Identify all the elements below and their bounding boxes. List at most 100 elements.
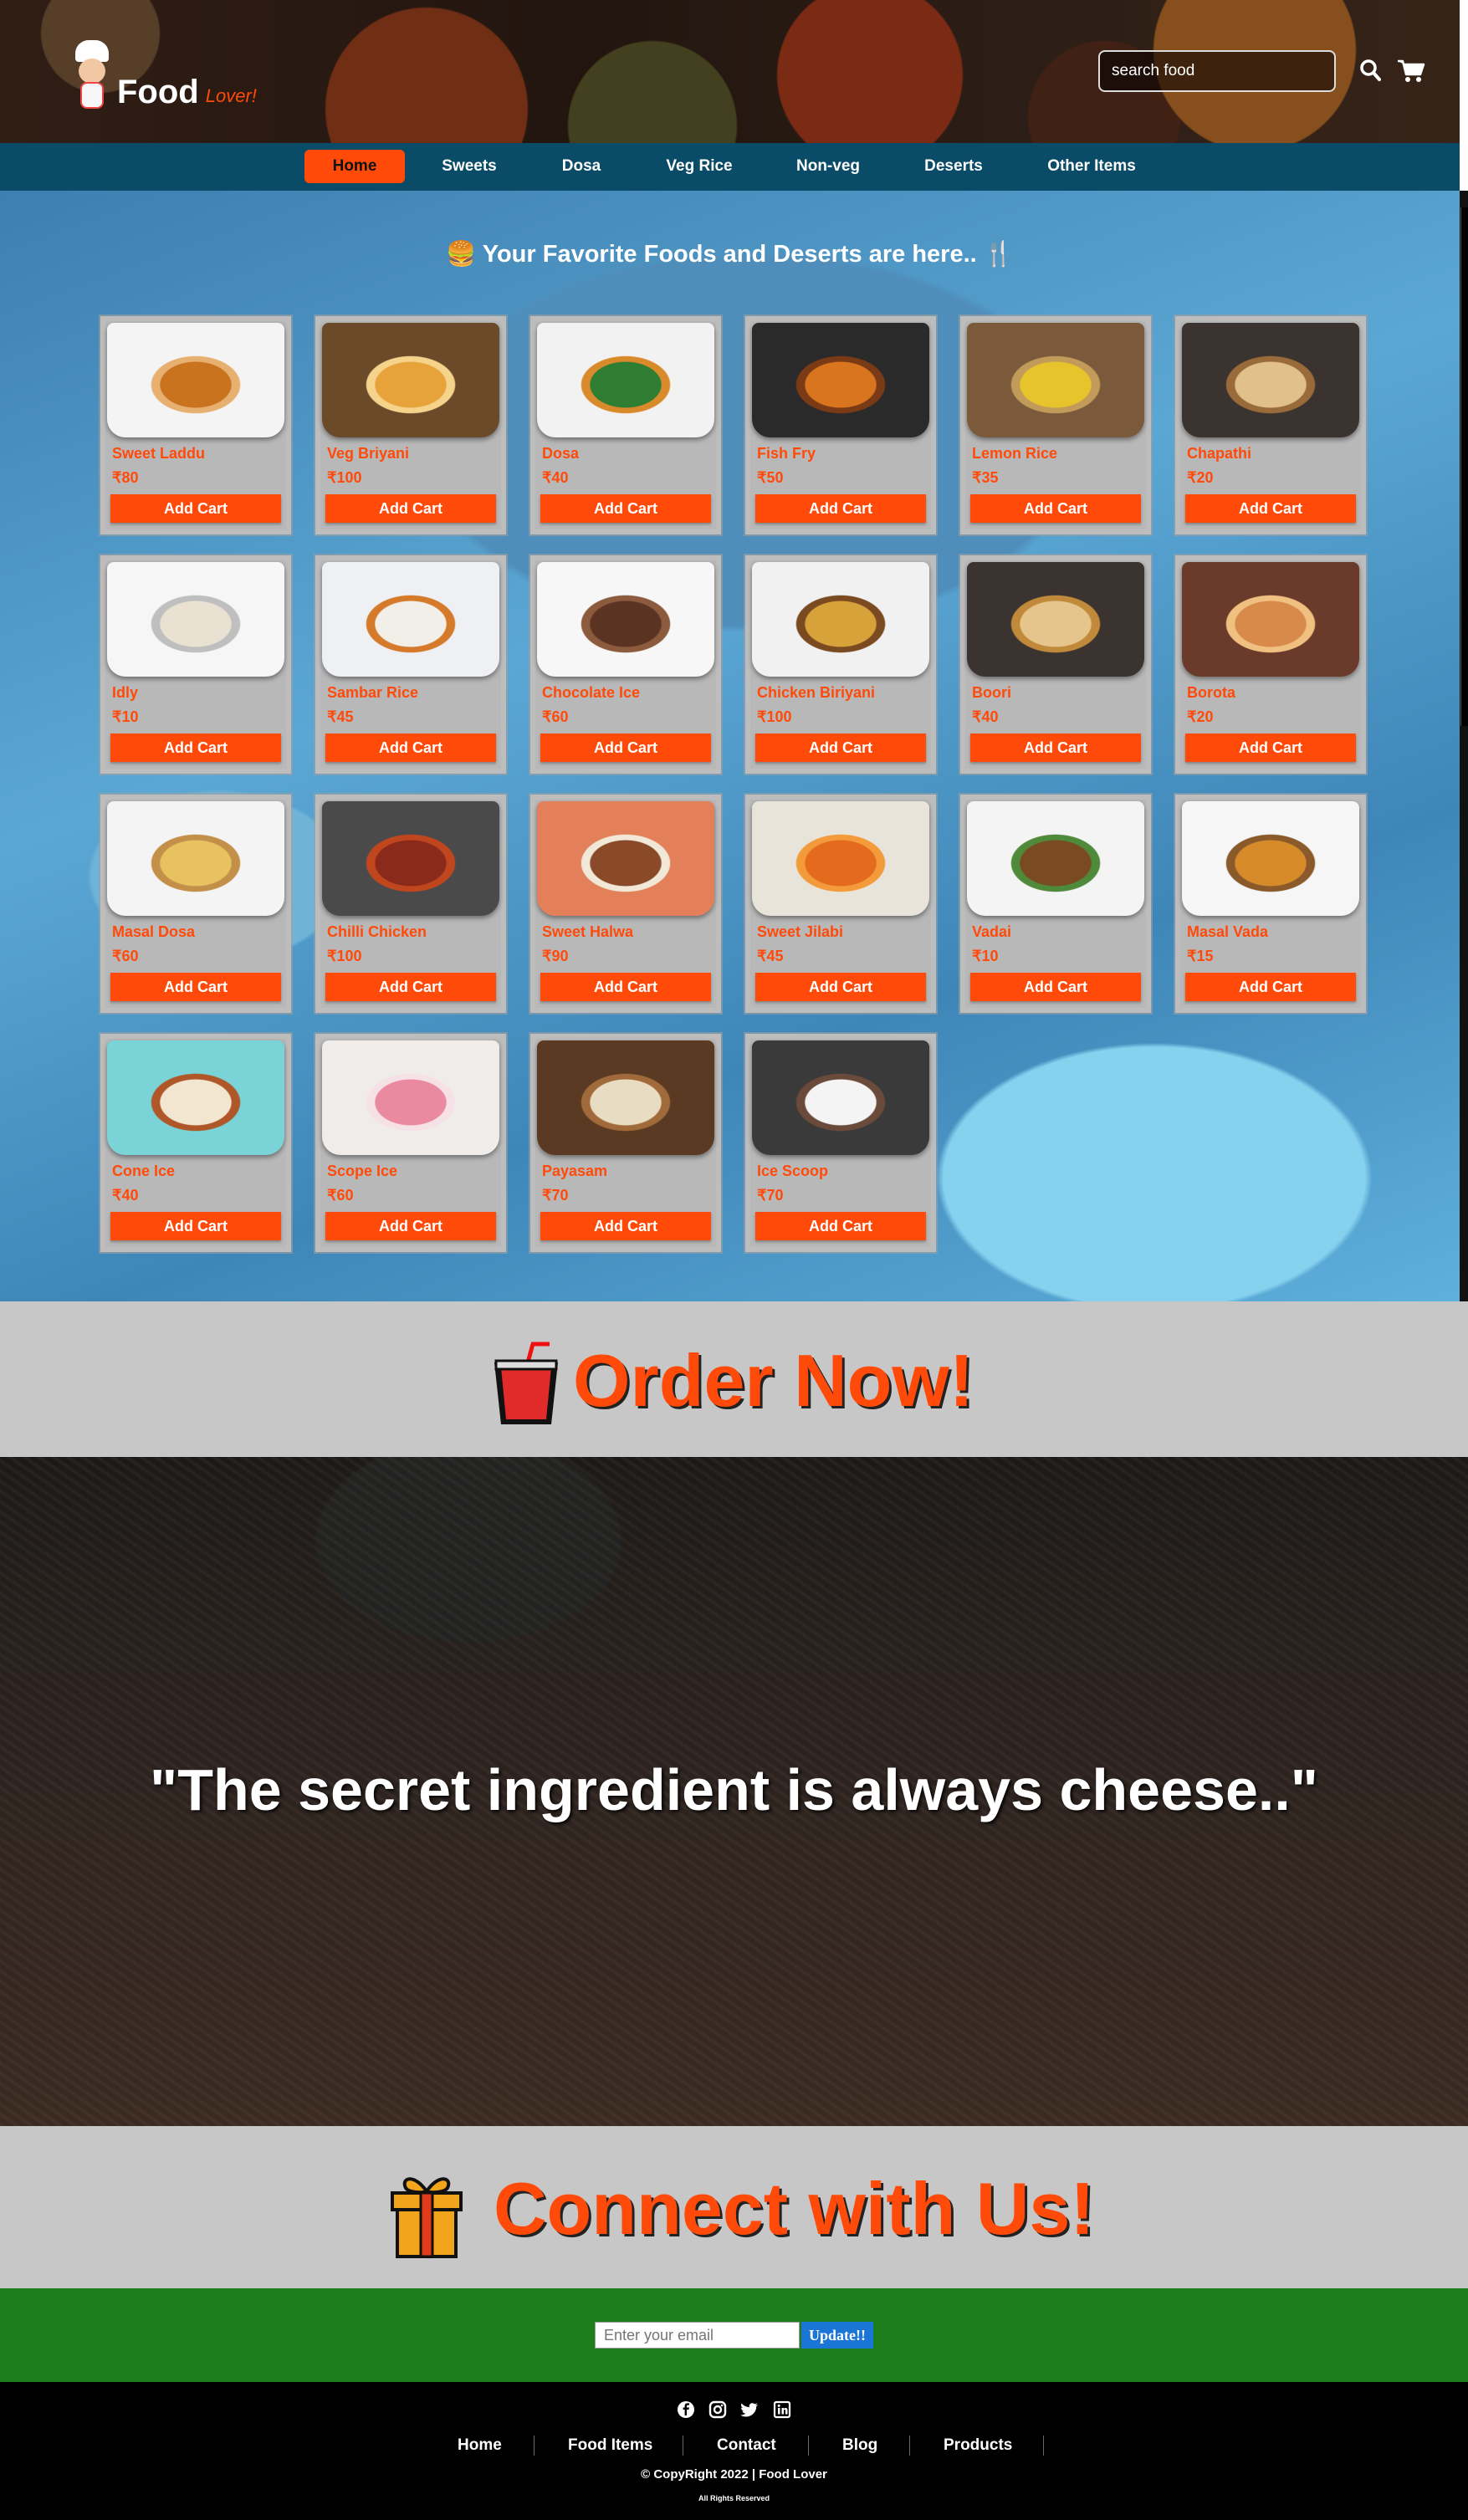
product-image[interactable] bbox=[1182, 323, 1359, 437]
add-cart-button[interactable]: Add Cart bbox=[540, 734, 711, 762]
add-cart-button[interactable]: Add Cart bbox=[755, 494, 926, 523]
product-image[interactable] bbox=[322, 1040, 499, 1155]
product-image[interactable] bbox=[107, 323, 284, 437]
product-name: Masal Vada bbox=[1187, 923, 1269, 940]
scrollbar-track-top bbox=[1460, 0, 1468, 201]
add-cart-button[interactable]: Add Cart bbox=[1185, 494, 1356, 523]
product-price: ₹60 bbox=[112, 948, 139, 964]
footer-link-home[interactable]: Home bbox=[458, 2436, 502, 2455]
add-cart-button[interactable]: Add Cart bbox=[540, 1212, 711, 1240]
product-image[interactable] bbox=[537, 323, 714, 437]
add-cart-button[interactable]: Add Cart bbox=[325, 734, 496, 762]
scrollbar[interactable] bbox=[1460, 191, 1468, 1301]
product-image[interactable] bbox=[107, 562, 284, 677]
product-name: Borota bbox=[1187, 684, 1235, 701]
product-card: Veg Briyani ₹100 Add Cart bbox=[315, 316, 506, 534]
connect-heading: Connect with Us! bbox=[494, 2167, 1095, 2250]
product-image[interactable] bbox=[537, 801, 714, 916]
product-image[interactable] bbox=[322, 562, 499, 677]
product-image[interactable] bbox=[967, 323, 1144, 437]
nav-deserts[interactable]: Deserts bbox=[903, 150, 1004, 183]
product-card: Scope Ice ₹60 Add Cart bbox=[315, 1034, 506, 1252]
quote-text: "The secret ingredient is always cheese.… bbox=[150, 1757, 1318, 1822]
product-image[interactable] bbox=[107, 801, 284, 916]
facebook-icon[interactable] bbox=[677, 2400, 695, 2419]
add-cart-button[interactable]: Add Cart bbox=[110, 1212, 281, 1240]
add-cart-button[interactable]: Add Cart bbox=[540, 494, 711, 523]
rights-text: All Rights Reserved bbox=[698, 2494, 770, 2502]
product-image[interactable] bbox=[752, 801, 929, 916]
product-name: Masal Dosa bbox=[112, 923, 196, 940]
add-cart-button[interactable]: Add Cart bbox=[1185, 973, 1356, 1001]
product-image[interactable] bbox=[752, 1040, 929, 1155]
add-cart-button[interactable]: Add Cart bbox=[755, 973, 926, 1001]
add-cart-button[interactable]: Add Cart bbox=[970, 973, 1141, 1001]
product-name: Sambar Rice bbox=[327, 684, 419, 701]
add-cart-button[interactable]: Add Cart bbox=[970, 734, 1141, 762]
product-image[interactable] bbox=[967, 801, 1144, 916]
product-price: ₹45 bbox=[757, 948, 784, 964]
cart-icon[interactable] bbox=[1397, 59, 1425, 84]
footer-link-food-items[interactable]: Food Items bbox=[568, 2436, 652, 2455]
nav-dosa[interactable]: Dosa bbox=[535, 150, 627, 183]
product-image[interactable] bbox=[537, 1040, 714, 1155]
add-cart-button[interactable]: Add Cart bbox=[325, 973, 496, 1001]
footer-link-contact[interactable]: Contact bbox=[717, 2436, 776, 2455]
product-image[interactable] bbox=[1182, 801, 1359, 916]
product-price: ₹35 bbox=[972, 469, 999, 486]
email-field[interactable] bbox=[595, 2322, 800, 2349]
add-cart-button[interactable]: Add Cart bbox=[110, 734, 281, 762]
update-button[interactable]: Update!! bbox=[801, 2322, 873, 2349]
add-cart-button[interactable]: Add Cart bbox=[540, 973, 711, 1001]
nav-other-items[interactable]: Other Items bbox=[1029, 150, 1154, 183]
product-image[interactable] bbox=[967, 562, 1144, 677]
add-cart-button[interactable]: Add Cart bbox=[325, 1212, 496, 1240]
product-image[interactable] bbox=[1182, 562, 1359, 677]
search-input[interactable] bbox=[1098, 50, 1336, 92]
add-cart-button[interactable]: Add Cart bbox=[970, 494, 1141, 523]
chef-logo-icon bbox=[70, 40, 114, 109]
product-price: ₹10 bbox=[972, 948, 999, 964]
product-card: Fish Fry ₹50 Add Cart bbox=[745, 316, 936, 534]
fork-knife-icon: 🍴 bbox=[983, 241, 1014, 268]
product-price: ₹60 bbox=[542, 708, 569, 725]
product-card: Masal Dosa ₹60 Add Cart bbox=[100, 795, 291, 1013]
add-cart-button[interactable]: Add Cart bbox=[110, 973, 281, 1001]
product-name: Ice Scoop bbox=[757, 1163, 829, 1179]
product-name: Sweet Halwa bbox=[542, 923, 634, 940]
product-image[interactable] bbox=[322, 323, 499, 437]
add-cart-button[interactable]: Add Cart bbox=[325, 494, 496, 523]
footer-link-products[interactable]: Products bbox=[944, 2436, 1012, 2455]
product-name: Sweet Laddu bbox=[112, 445, 206, 462]
instagram-icon[interactable] bbox=[708, 2400, 727, 2419]
search-icon[interactable] bbox=[1359, 59, 1381, 82]
product-image[interactable] bbox=[752, 562, 929, 677]
product-name: Lemon Rice bbox=[972, 445, 1058, 462]
product-name: Vadai bbox=[972, 923, 1012, 940]
product-image[interactable] bbox=[537, 562, 714, 677]
product-card: Dosa ₹40 Add Cart bbox=[530, 316, 721, 534]
nav-sweets[interactable]: Sweets bbox=[422, 150, 517, 183]
product-card: Sweet Laddu ₹80 Add Cart bbox=[100, 316, 291, 534]
product-name: Idly bbox=[112, 684, 139, 701]
add-cart-button[interactable]: Add Cart bbox=[755, 734, 926, 762]
order-now-heading[interactable]: Order Now! bbox=[573, 1338, 974, 1424]
product-image[interactable] bbox=[107, 1040, 284, 1155]
twitter-icon[interactable] bbox=[740, 2400, 759, 2419]
product-image[interactable] bbox=[322, 801, 499, 916]
product-image[interactable] bbox=[752, 323, 929, 437]
footer-link-blog[interactable]: Blog bbox=[842, 2436, 877, 2455]
product-card: Sambar Rice ₹45 Add Cart bbox=[315, 555, 506, 774]
section-title: 🍔 Your Favorite Foods and Deserts are he… bbox=[446, 241, 1014, 268]
logo-subtitle: Lover! bbox=[205, 85, 257, 106]
nav-non-veg[interactable]: Non-veg bbox=[778, 150, 878, 183]
nav-home[interactable]: Home bbox=[304, 150, 405, 183]
add-cart-button[interactable]: Add Cart bbox=[1185, 734, 1356, 762]
product-card: Idly ₹10 Add Cart bbox=[100, 555, 291, 774]
logo[interactable]: Food Lover! bbox=[70, 40, 257, 109]
nav-veg-rice[interactable]: Veg Rice bbox=[649, 150, 749, 183]
add-cart-button[interactable]: Add Cart bbox=[755, 1212, 926, 1240]
linkedin-icon[interactable] bbox=[773, 2400, 791, 2419]
product-price: ₹20 bbox=[1187, 469, 1214, 486]
add-cart-button[interactable]: Add Cart bbox=[110, 494, 281, 523]
